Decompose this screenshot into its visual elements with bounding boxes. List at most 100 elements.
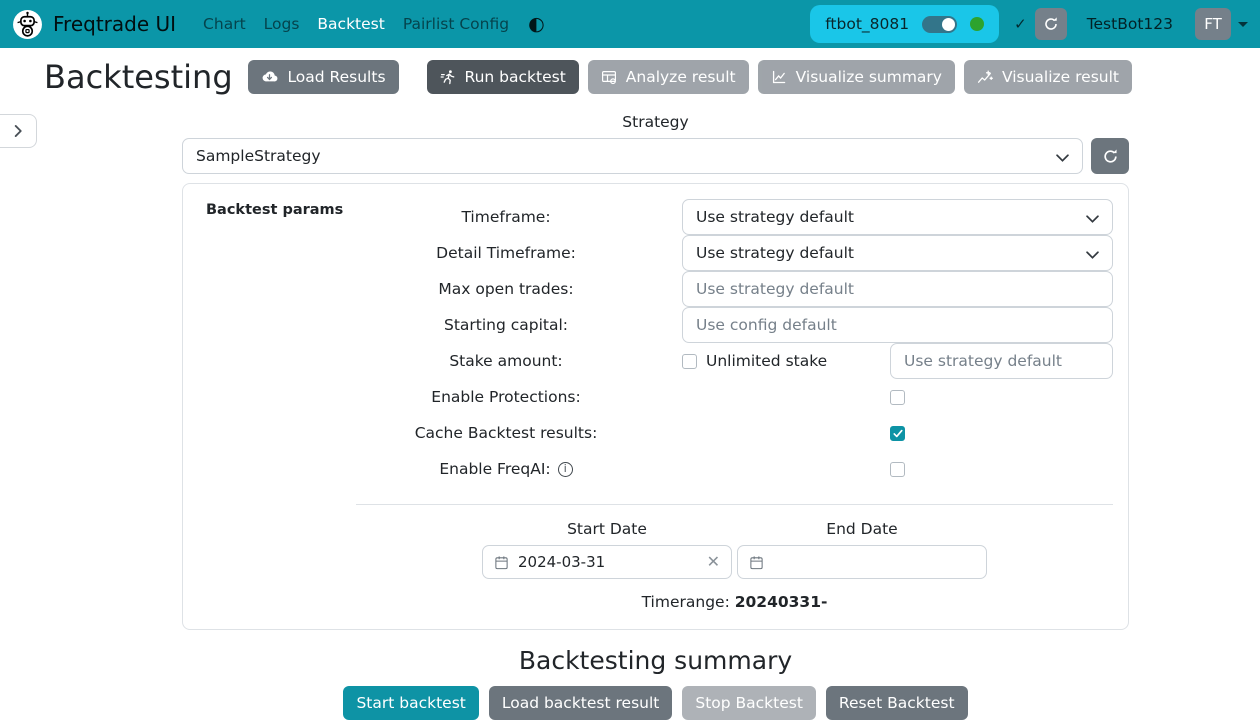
start-date-column: Start Date 2024-03-31 ✕ (482, 520, 732, 579)
unlimited-stake-label: Unlimited stake (706, 352, 827, 370)
refresh-icon (1102, 148, 1119, 165)
row-max-open-trades: Max open trades: (356, 271, 1113, 307)
clear-start-date-icon[interactable]: ✕ (707, 554, 720, 570)
page-title: Backtesting (44, 58, 233, 96)
params-rows: Timeframe: Use strategy default Detail T… (356, 199, 1113, 611)
row-enable-freqai: Enable FreqAI: i (356, 451, 1113, 487)
reload-strategies-button[interactable] (1091, 138, 1129, 174)
nav-link-pairlist-config[interactable]: Pairlist Config (394, 15, 518, 33)
detail-timeframe-select[interactable]: Use strategy default (682, 235, 1113, 271)
visualize-result-label: Visualize result (1002, 68, 1119, 86)
visualize-summary-button[interactable]: Visualize summary (758, 60, 955, 94)
timeframe-select[interactable]: Use strategy default (682, 199, 1113, 235)
cache-backtest-results-checkbox[interactable] (890, 426, 905, 441)
end-date-label: End Date (737, 520, 987, 538)
backtest-main: Strategy SampleStrategy Backtest params … (182, 113, 1129, 720)
theme-toggle-icon[interactable]: ◐ (528, 15, 545, 34)
scatter-sparkle-icon (977, 69, 993, 85)
nav-links: Chart Logs Backtest Pairlist Config ◐ (194, 15, 545, 34)
stake-amount-input[interactable] (890, 343, 1113, 379)
chevron-down-icon (1086, 215, 1099, 223)
bot-online-dot (970, 17, 984, 31)
bot-selector-chip[interactable]: ftbot_8081 (810, 5, 999, 43)
strategy-row: SampleStrategy (182, 138, 1129, 174)
stake-amount-label: Stake amount: (356, 352, 656, 370)
cloud-download-icon (261, 69, 278, 86)
enable-freqai-label: Enable FreqAI: (439, 460, 550, 478)
timeframe-selected-value: Use strategy default (696, 208, 854, 226)
timerange-line: Timerange: 20240331- (356, 593, 1113, 611)
cache-backtest-results-label: Cache Backtest results: (356, 424, 656, 442)
backtesting-summary-title: Backtesting summary (182, 646, 1129, 675)
load-results-label: Load Results (287, 68, 385, 86)
sidebar-expand-button[interactable] (0, 114, 37, 148)
end-date-column: End Date (737, 520, 987, 579)
start-date-label: Start Date (482, 520, 732, 538)
nav-link-backtest[interactable]: Backtest (308, 15, 393, 33)
calendar-icon (749, 555, 764, 570)
chevron-down-icon[interactable] (1238, 22, 1248, 27)
run-backtest-label: Run backtest (465, 68, 566, 86)
max-open-trades-input[interactable] (682, 271, 1113, 307)
backtest-toolbar: Load Results Run backtest Analyze result (248, 60, 1132, 94)
strategy-label: Strategy (182, 113, 1129, 131)
row-stake-amount: Stake amount: Unlimited stake (356, 343, 1113, 379)
row-cache-results: Cache Backtest results: (356, 415, 1113, 451)
runner-icon (440, 69, 456, 85)
start-date-input[interactable]: 2024-03-31 ✕ (482, 545, 732, 579)
load-backtest-result-button[interactable]: Load backtest result (489, 686, 673, 720)
analyze-result-label: Analyze result (626, 68, 736, 86)
visualize-result-button[interactable]: Visualize result (964, 60, 1132, 94)
summary-buttons: Start backtest Load backtest result Stop… (182, 686, 1129, 720)
panel-title: Backtest params (206, 202, 343, 218)
reload-bot-button[interactable] (1035, 8, 1067, 40)
info-icon[interactable]: i (558, 462, 573, 477)
bot-toggle-switch[interactable] (922, 16, 957, 33)
run-backtest-button[interactable]: Run backtest (427, 60, 579, 94)
nav-link-chart[interactable]: Chart (194, 15, 255, 33)
detail-timeframe-selected-value: Use strategy default (696, 244, 854, 262)
chevron-down-icon (1086, 251, 1099, 259)
enable-protections-label: Enable Protections: (356, 388, 656, 406)
backtest-params-panel: Backtest params Timeframe: Use strategy … (182, 183, 1129, 630)
chevron-down-icon (1056, 154, 1069, 162)
reset-backtest-button[interactable]: Reset Backtest (826, 686, 968, 720)
end-date-input[interactable] (737, 545, 987, 579)
unlimited-stake-checkbox[interactable] (682, 354, 697, 369)
line-chart-icon (771, 69, 787, 85)
toggle-knob (942, 18, 955, 31)
check-icon (893, 429, 903, 438)
row-enable-protections: Enable Protections: (356, 379, 1113, 415)
user-avatar-button[interactable]: FT (1195, 8, 1231, 40)
brand[interactable]: Freqtrade UI (12, 9, 176, 40)
freqtrade-robot-logo-icon (12, 9, 43, 40)
row-detail-timeframe: Detail Timeframe: Use strategy default (356, 235, 1113, 271)
detail-timeframe-label: Detail Timeframe: (356, 244, 656, 262)
start-date-value: 2024-03-31 (518, 553, 605, 571)
timerange-label: Timerange: (642, 593, 735, 611)
visualize-summary-label: Visualize summary (796, 68, 942, 86)
analyze-result-button[interactable]: Analyze result (588, 60, 749, 94)
section-divider (356, 504, 1113, 505)
navbar-right-cluster: ftbot_8081 ✓ TestBot123 FT (810, 5, 1248, 43)
start-backtest-button[interactable]: Start backtest (343, 686, 478, 720)
strategy-selected-value: SampleStrategy (196, 147, 321, 165)
starting-capital-input[interactable] (682, 307, 1113, 343)
row-starting-capital: Starting capital: (356, 307, 1113, 343)
bot-ok-check-icon: ✓ (1014, 15, 1027, 33)
load-results-button[interactable]: Load Results (248, 60, 398, 94)
max-open-trades-label: Max open trades: (356, 280, 656, 298)
row-timeframe: Timeframe: Use strategy default (356, 199, 1113, 235)
starting-capital-label: Starting capital: (356, 316, 656, 334)
enable-protections-checkbox[interactable] (890, 390, 905, 405)
brand-title: Freqtrade UI (53, 12, 176, 36)
refresh-icon (1043, 16, 1059, 32)
strategy-select[interactable]: SampleStrategy (182, 138, 1083, 174)
top-navbar: Freqtrade UI Chart Logs Backtest Pairlis… (0, 0, 1260, 48)
enable-freqai-checkbox[interactable] (890, 462, 905, 477)
chevron-right-icon (14, 124, 23, 138)
stop-backtest-button[interactable]: Stop Backtest (682, 686, 816, 720)
nav-link-logs[interactable]: Logs (255, 15, 309, 33)
date-range-section: Start Date 2024-03-31 ✕ End Date (356, 520, 1113, 579)
calendar-icon (494, 555, 509, 570)
